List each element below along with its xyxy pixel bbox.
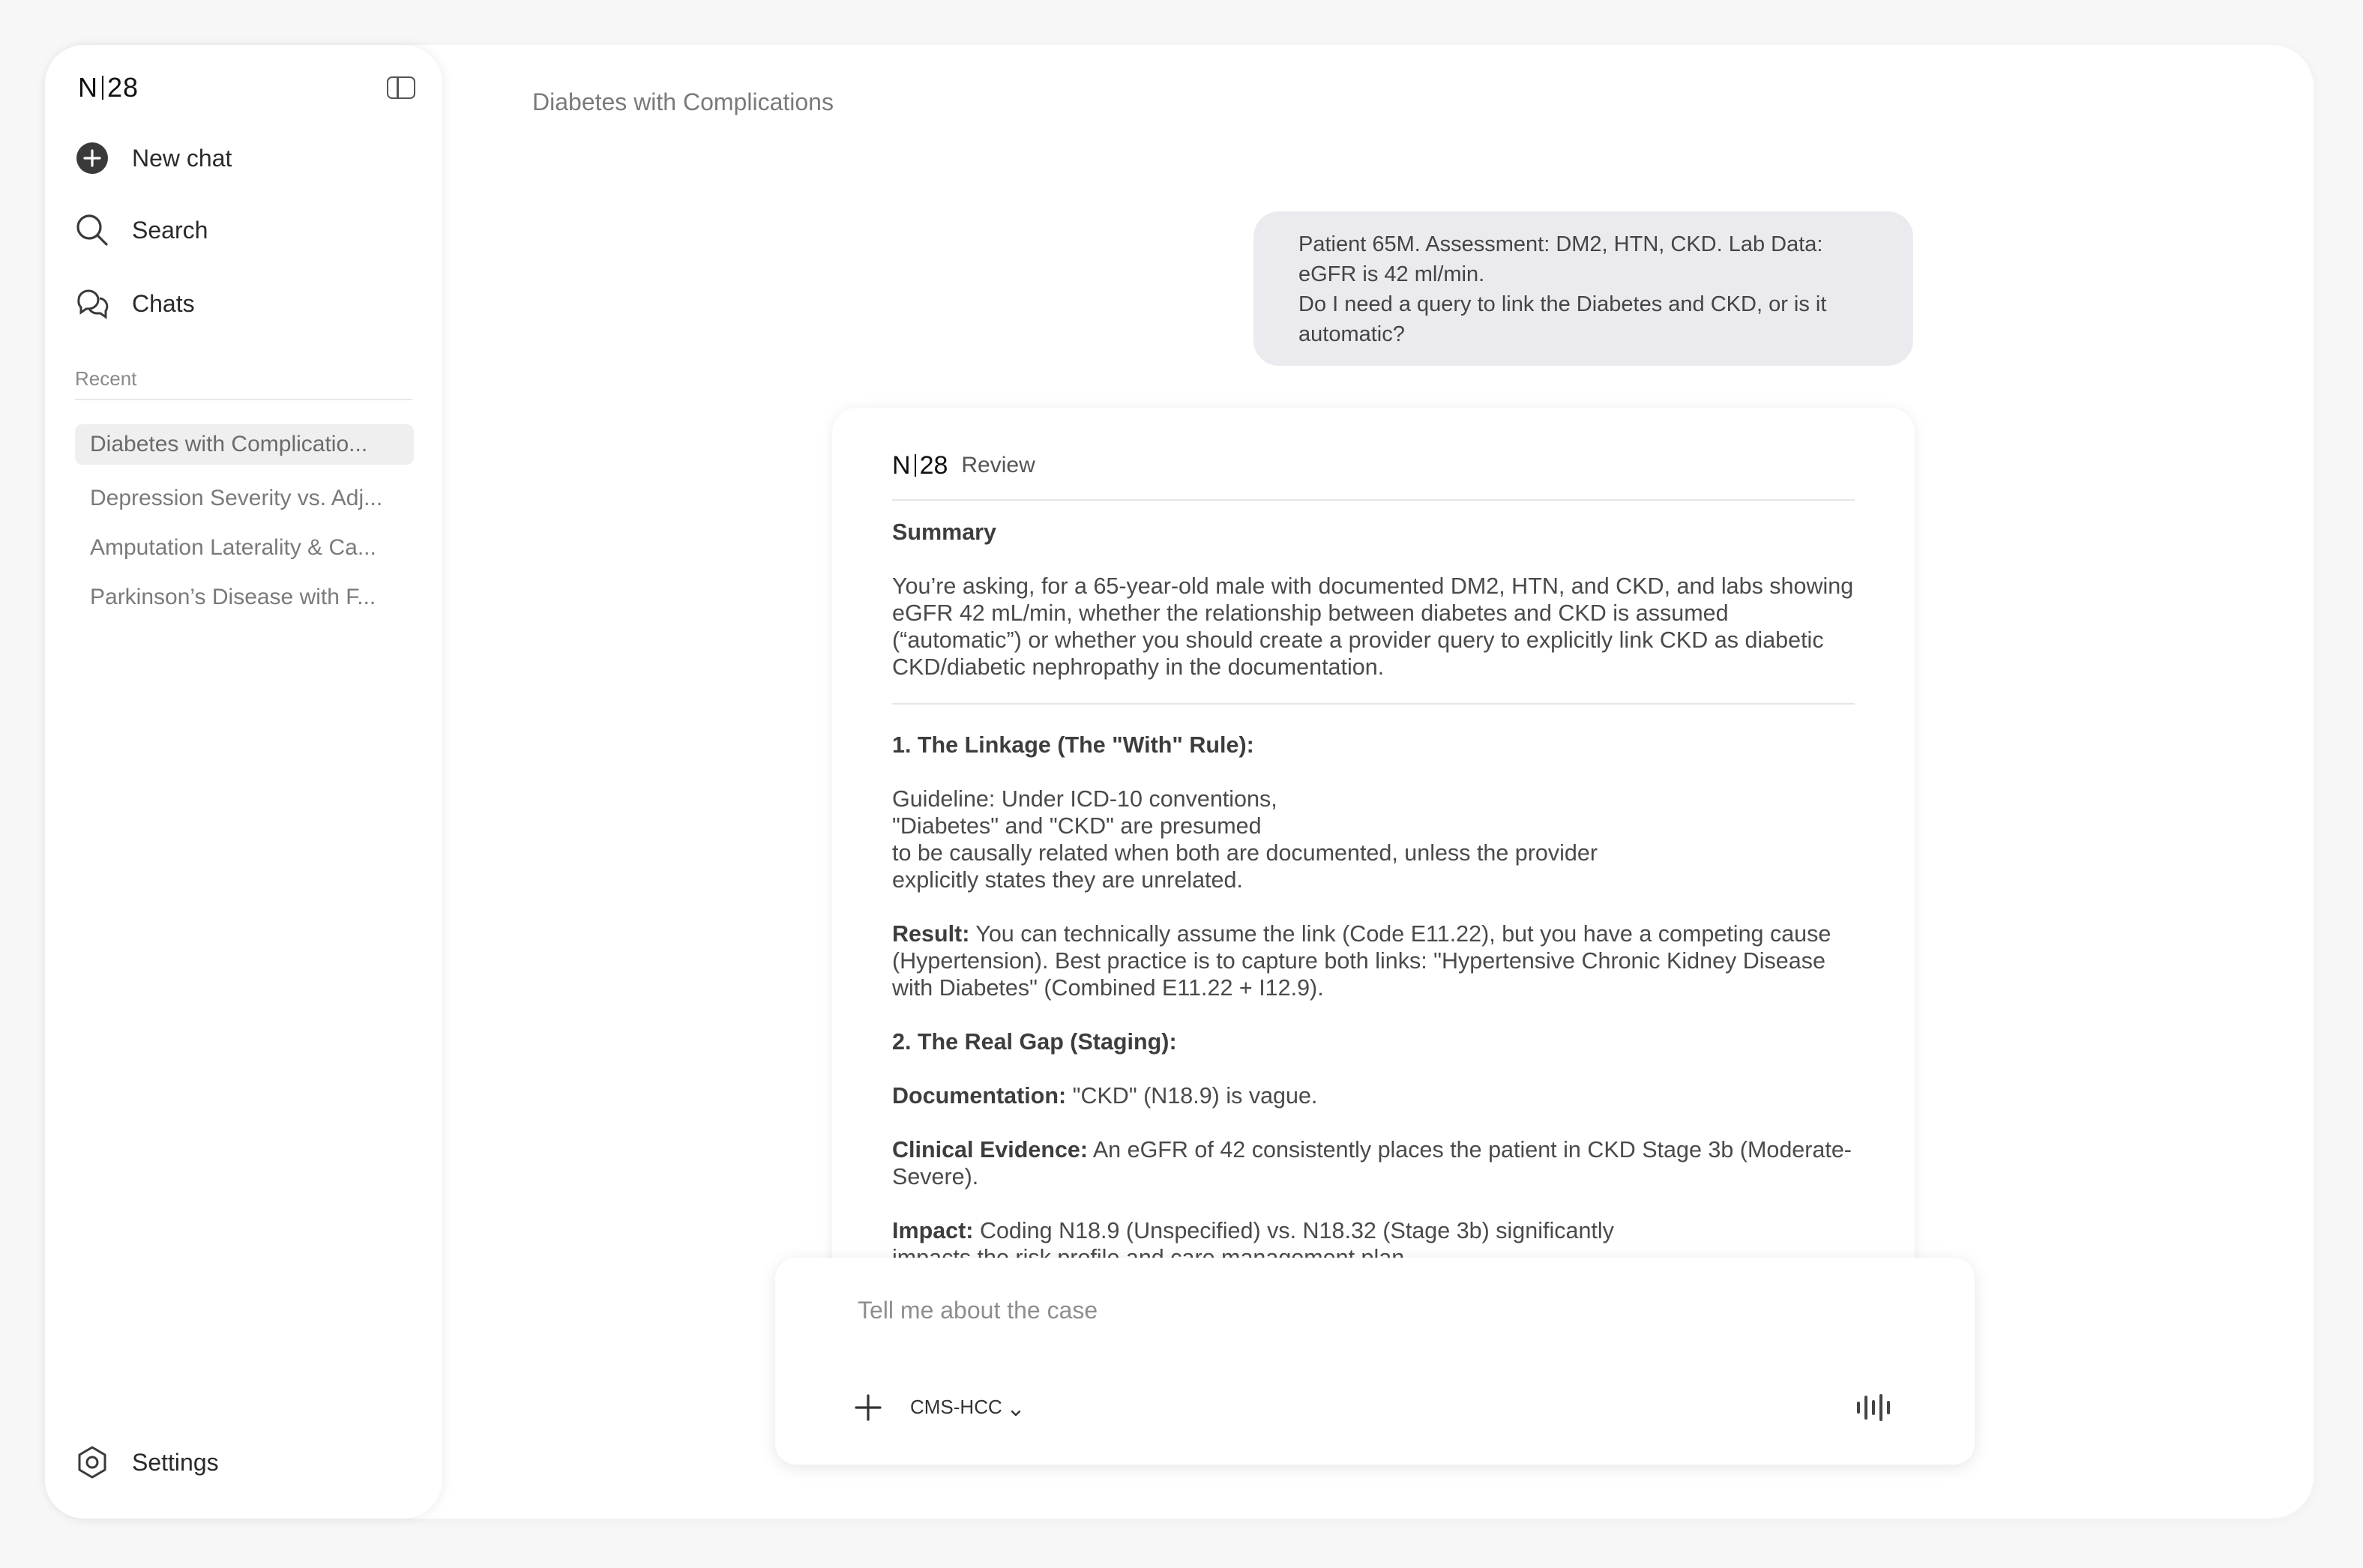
summary-text: You’re asking, for a 65-year-old male wi… xyxy=(892,573,1854,680)
logo-divider xyxy=(102,76,103,100)
impact-text: Coding N18.9 (Unspecified) vs. N18.32 (S… xyxy=(973,1218,1614,1243)
logo-letter: N xyxy=(78,72,98,103)
logo-letter: N xyxy=(892,450,911,480)
settings-label: Settings xyxy=(132,1448,219,1476)
search-label: Search xyxy=(132,216,208,244)
recent-chat-item[interactable]: Diabetes with Complicatio... xyxy=(75,424,414,465)
model-select-value: CMS-HCC xyxy=(910,1396,1002,1418)
section-heading-linkage: 1. The Linkage (The "With" Rule): xyxy=(892,732,1254,758)
documentation-text: "CKD" (N18.9) is vague. xyxy=(1066,1083,1318,1109)
documentation-label: Documentation: xyxy=(892,1083,1067,1109)
plus-circle-icon xyxy=(75,141,109,175)
recent-chat-item[interactable]: Amputation Laterality & Ca... xyxy=(75,528,414,568)
chat-bubbles-icon xyxy=(75,286,109,321)
clinical-paragraph: Clinical Evidence: An eGFR of 42 consist… xyxy=(892,1136,1859,1190)
sidebar-toggle-icon[interactable] xyxy=(387,76,415,99)
response-body: Summary You’re asking, for a 65-year-old… xyxy=(892,519,1859,1298)
result-text: You can technically assume the link (Cod… xyxy=(892,921,1831,1001)
message-composer: Tell me about the case CMS-HCC xyxy=(775,1258,1975,1465)
new-chat-label: New chat xyxy=(132,144,232,172)
section-heading-staging: 2. The Real Gap (Staging): xyxy=(892,1029,1177,1055)
summary-heading: Summary xyxy=(892,519,997,545)
result-label: Result: xyxy=(892,921,970,947)
recent-chat-item[interactable]: Parkinson’s Disease with F... xyxy=(75,577,414,618)
user-message-line: Do I need a query to link the Diabetes a… xyxy=(1298,292,1827,316)
result-paragraph: Result: You can technically assume the l… xyxy=(892,920,1859,1001)
chats-button[interactable]: Chats xyxy=(75,286,195,321)
assistant-response-card: N 28 Review Summary You’re asking, for a … xyxy=(832,408,1915,1307)
user-message-line: Patient 65M. Assessment: DM2, HTN, CKD. … xyxy=(1298,232,1823,256)
settings-button[interactable]: Settings xyxy=(75,1445,219,1480)
conversation-title: Diabetes with Complications xyxy=(532,88,834,115)
user-message: Patient 65M. Assessment: DM2, HTN, CKD. … xyxy=(1253,211,1913,366)
recent-chat-item[interactable]: Depression Severity vs. Adj... xyxy=(75,478,414,519)
response-header: N 28 Review xyxy=(892,448,1855,483)
response-tag: Review xyxy=(961,453,1035,477)
new-chat-button[interactable]: New chat xyxy=(75,141,232,175)
recent-divider xyxy=(75,399,412,400)
guideline-line: to be causally related when both are doc… xyxy=(892,840,1598,866)
logo-number: 28 xyxy=(919,450,948,480)
documentation-paragraph: Documentation: "CKD" (N18.9) is vague. xyxy=(892,1082,1859,1109)
chats-label: Chats xyxy=(132,289,195,317)
user-message-line: eGFR is 42 ml/min. xyxy=(1298,262,1485,286)
model-select[interactable]: CMS-HCC xyxy=(910,1396,1022,1419)
impact-label: Impact: xyxy=(892,1218,974,1243)
recent-heading: Recent xyxy=(75,367,137,390)
logo-divider xyxy=(914,454,916,477)
section-divider xyxy=(892,703,1855,705)
guideline-text: Guideline: Under ICD-10 conventions, "Di… xyxy=(892,785,1859,893)
response-logo: N 28 xyxy=(892,451,948,480)
app-window: N 28 New chat Search Chats Recent Diabet… xyxy=(45,45,2314,1519)
sidebar: N 28 New chat Search Chats Recent Diabet… xyxy=(45,45,442,1519)
guideline-line: explicitly states they are unrelated. xyxy=(892,867,1243,893)
guideline-line: Guideline: Under ICD-10 conventions, xyxy=(892,786,1277,812)
clinical-label: Clinical Evidence: xyxy=(892,1137,1089,1163)
chevron-down-icon xyxy=(1010,1402,1022,1416)
message-input[interactable]: Tell me about the case xyxy=(858,1297,1098,1324)
user-message-line: automatic? xyxy=(1298,322,1405,346)
logo-number: 28 xyxy=(107,72,139,103)
plus-icon[interactable] xyxy=(853,1393,883,1423)
settings-gear-icon xyxy=(75,1445,109,1480)
header-divider xyxy=(892,499,1855,501)
guideline-line: "Diabetes" and "CKD" are presumed xyxy=(892,813,1262,839)
search-icon xyxy=(75,213,109,247)
app-logo[interactable]: N 28 xyxy=(78,72,139,103)
voice-waveform-icon[interactable] xyxy=(1855,1393,1894,1423)
search-button[interactable]: Search xyxy=(75,213,208,247)
